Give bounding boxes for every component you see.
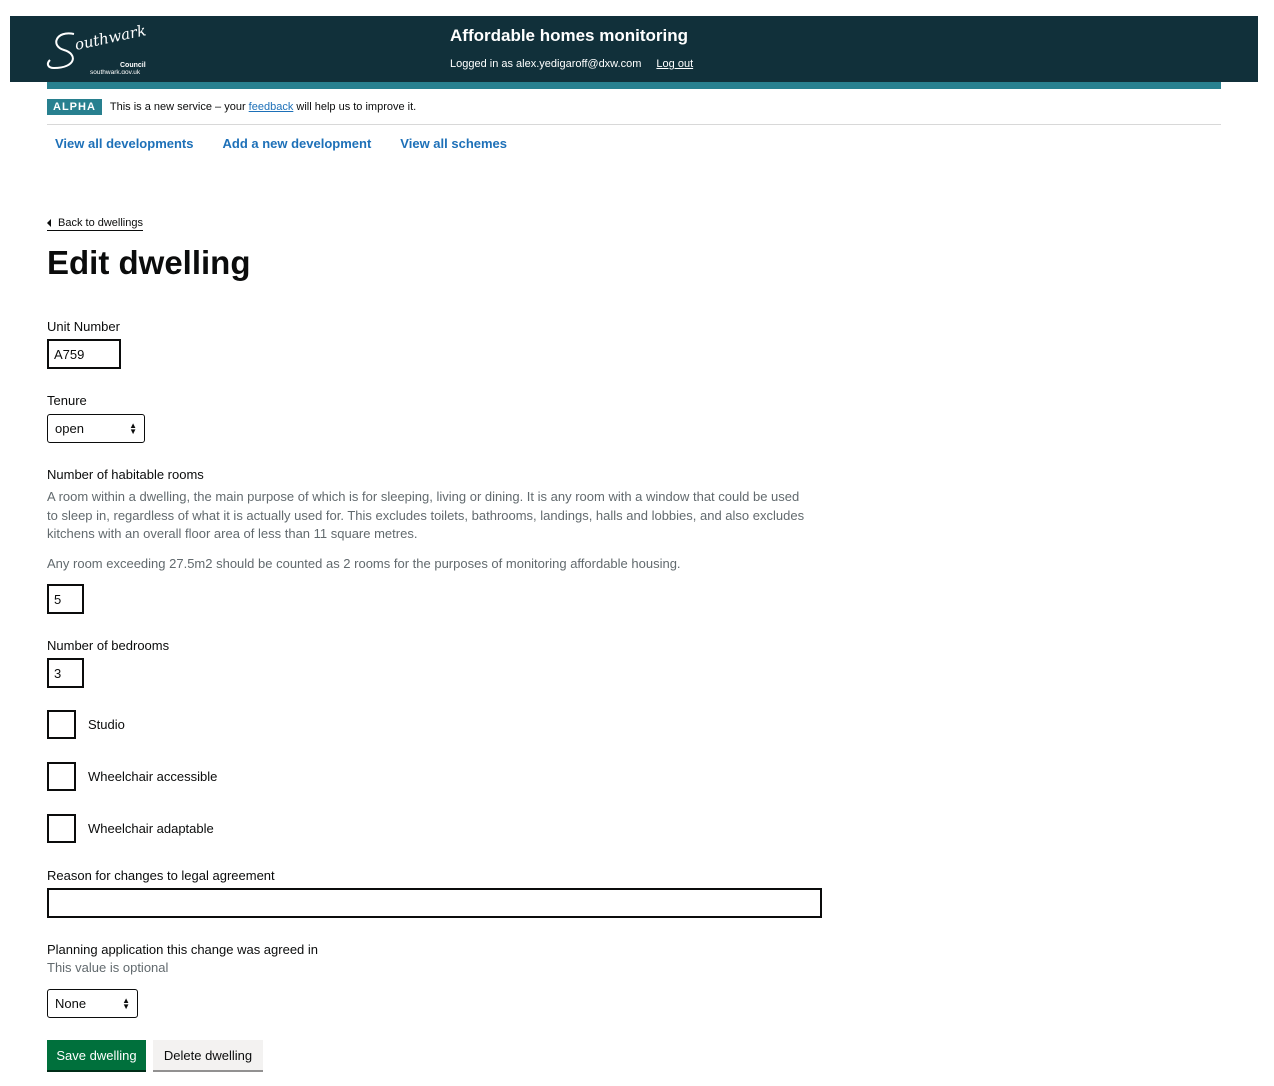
habitable-rooms-input[interactable] <box>47 584 84 614</box>
svg-text:outhwark: outhwark <box>73 24 148 54</box>
tenure-select[interactable]: open ▲ ▼ <box>47 414 145 443</box>
southwark-council-logo[interactable]: outhwark Council southwark.gov.uk <box>46 21 156 76</box>
logout-link[interactable]: Log out <box>656 58 693 70</box>
tenure-label: Tenure <box>47 393 87 408</box>
divider <box>47 124 1221 125</box>
southwark-logo-icon: outhwark Council southwark.gov.uk <box>46 21 148 76</box>
select-arrows-icon: ▲ ▼ <box>122 995 130 1011</box>
wheelchair-accessible-label: Wheelchair accessible <box>88 769 218 784</box>
back-link-label: Back to dwellings <box>58 217 143 229</box>
nav-view-all-schemes[interactable]: View all schemes <box>400 136 507 151</box>
page-title: Edit dwelling <box>47 244 251 281</box>
habitable-rooms-hint-extra: Any room exceeding 27.5m2 should be coun… <box>47 556 681 571</box>
bedrooms-input[interactable] <box>47 658 84 688</box>
reason-label: Reason for changes to legal agreement <box>47 868 275 883</box>
feedback-link[interactable]: feedback <box>249 101 294 113</box>
svg-text:southwark.gov.uk: southwark.gov.uk <box>90 69 141 74</box>
reason-input[interactable] <box>47 888 822 918</box>
chevron-left-icon <box>47 219 51 227</box>
studio-checkbox-row[interactable]: Studio <box>47 710 125 739</box>
wheelchair-adaptable-checkbox-row[interactable]: Wheelchair adaptable <box>47 814 214 843</box>
main-nav: View all developments Add a new developm… <box>55 136 507 151</box>
planning-application-hint: This value is optional <box>47 960 169 975</box>
nav-view-all-developments[interactable]: View all developments <box>55 136 193 151</box>
habitable-rooms-label: Number of habitable rooms <box>47 467 204 482</box>
logged-in-text: Logged in as alex.yedigaroff@dxw.com <box>450 58 642 70</box>
nav-add-new-development[interactable]: Add a new development <box>222 136 371 151</box>
site-header: outhwark Council southwark.gov.uk Afford… <box>10 16 1258 82</box>
planning-application-select[interactable]: None ▲ ▼ <box>47 989 138 1018</box>
select-arrows-icon: ▲ ▼ <box>129 420 137 436</box>
phase-banner: ALPHA This is a new service – your feedb… <box>47 97 416 117</box>
planning-application-selected-value: None <box>55 996 87 1011</box>
wheelchair-adaptable-label: Wheelchair adaptable <box>88 821 214 836</box>
alpha-tag: ALPHA <box>47 99 102 115</box>
bedrooms-label: Number of bedrooms <box>47 638 170 653</box>
wheelchair-accessible-checkbox-row[interactable]: Wheelchair accessible <box>47 762 217 791</box>
page: outhwark Council southwark.gov.uk Afford… <box>0 0 1274 1086</box>
delete-dwelling-button[interactable]: Delete dwelling <box>153 1040 263 1070</box>
studio-checkbox[interactable] <box>47 710 76 739</box>
wheelchair-adaptable-checkbox[interactable] <box>47 814 76 843</box>
unit-number-input[interactable] <box>47 339 121 369</box>
planning-application-label: Planning application this change was agr… <box>47 942 319 957</box>
service-title: Affordable homes monitoring <box>450 26 688 45</box>
header-accent-bar <box>47 82 1221 89</box>
svg-text:Council: Council <box>120 62 146 69</box>
wheelchair-accessible-checkbox[interactable] <box>47 762 76 791</box>
studio-label: Studio <box>88 717 125 732</box>
unit-number-label: Unit Number <box>47 319 120 334</box>
save-dwelling-button[interactable]: Save dwelling <box>47 1040 146 1070</box>
tenure-selected-value: open <box>55 421 84 436</box>
back-link[interactable]: Back to dwellings <box>47 217 143 231</box>
logged-in-status: Logged in as alex.yedigaroff@dxw.com Log… <box>450 58 693 70</box>
phase-text-after: will help us to improve it. <box>296 101 417 113</box>
phase-text-before: This is a new service – your <box>109 101 246 113</box>
habitable-rooms-hint: A room within a dwelling, the main purpo… <box>47 489 805 541</box>
